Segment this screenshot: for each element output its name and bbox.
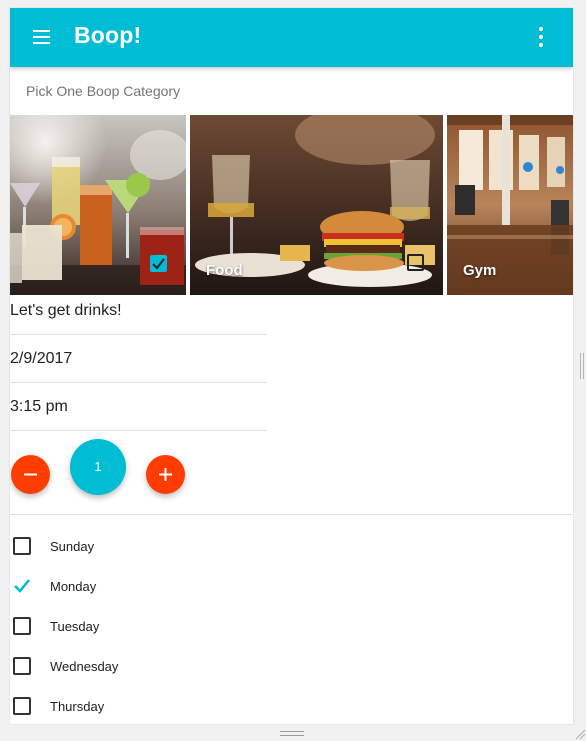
day-label: Tuesday [50, 619, 100, 634]
tile-food[interactable]: Food [190, 115, 443, 295]
app-title: Boop! [74, 22, 142, 48]
page: Boop! Pick One Boop Category Food Gym Le… [0, 0, 586, 741]
tile-gym-label: Gym [463, 262, 497, 279]
side-resize-handle[interactable] [580, 353, 584, 379]
plus-icon [159, 468, 172, 481]
checkbox-icon[interactable] [13, 617, 31, 635]
date-field[interactable]: 2/9/2017 [10, 345, 267, 383]
minus-icon [24, 473, 37, 476]
menu-icon[interactable] [32, 27, 52, 47]
message-field[interactable]: Let's get drinks! [10, 297, 267, 335]
bottom-resize-handle[interactable] [280, 731, 304, 737]
section-divider [10, 514, 573, 515]
checkbox-icon[interactable] [13, 657, 31, 675]
checkbox-icon[interactable] [13, 537, 31, 555]
day-label: Monday [50, 579, 97, 594]
app-toolbar: Boop! [10, 8, 573, 67]
checkbox-checked-icon[interactable] [13, 577, 31, 595]
drinks-check-icon[interactable] [150, 255, 167, 272]
decrement-button[interactable] [11, 455, 50, 494]
corner-resize-icon[interactable] [574, 728, 586, 740]
category-subheader: Pick One Boop Category [26, 83, 181, 99]
checkbox-icon[interactable] [13, 697, 31, 715]
day-row-tuesday[interactable]: Tuesday [10, 610, 310, 642]
food-checkbox-icon[interactable] [407, 254, 424, 271]
day-label: Sunday [50, 539, 95, 554]
day-row-sunday[interactable]: Sunday [10, 530, 310, 562]
time-field[interactable]: 3:15 pm [10, 393, 267, 431]
day-label: Thursday [50, 699, 105, 714]
tile-drinks[interactable] [10, 115, 186, 295]
tile-gym[interactable]: Gym [447, 115, 573, 295]
app-frame: Boop! Pick One Boop Category Food Gym Le… [10, 8, 573, 724]
more-vert-icon[interactable] [536, 25, 546, 49]
increment-button[interactable] [146, 455, 185, 494]
day-row-wednesday[interactable]: Wednesday [10, 650, 310, 682]
day-label: Wednesday [50, 659, 119, 674]
day-row-monday[interactable]: Monday [10, 570, 310, 602]
day-row-thursday[interactable]: Thursday [10, 690, 310, 722]
tile-food-label: Food [206, 262, 243, 279]
count-button[interactable]: 1 [70, 439, 126, 495]
